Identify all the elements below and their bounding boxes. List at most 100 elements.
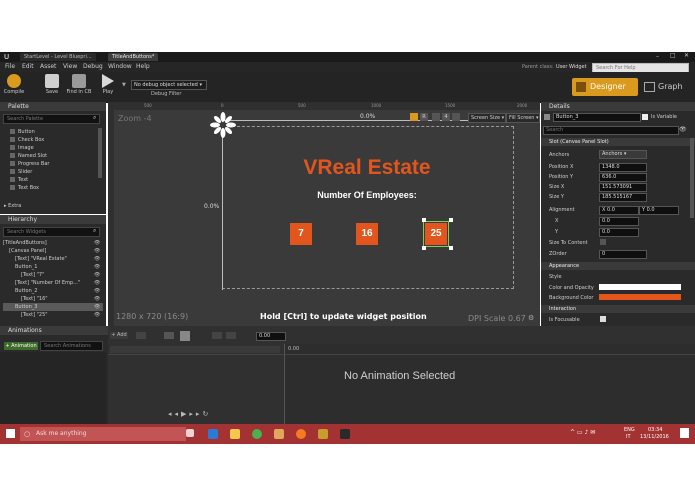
menu-window[interactable]: Window	[108, 63, 132, 70]
color-opacity-swatch[interactable]	[599, 284, 681, 290]
region-label[interactable]: IT	[626, 434, 631, 440]
playback-controls[interactable]: ◂◂▶▸▸↻	[168, 410, 228, 418]
chrome-icon[interactable]	[252, 429, 262, 439]
zorder-field[interactable]: 0	[599, 250, 647, 259]
title-text[interactable]: VReal Estate	[222, 156, 512, 180]
animation-search-input[interactable]: Search Animations	[40, 341, 103, 351]
timeline-track[interactable]	[284, 344, 695, 424]
key-icon[interactable]	[164, 332, 174, 339]
tree-item[interactable]: [Text] "VReal Estate"	[3, 255, 103, 263]
alignment-y-field[interactable]: Y 0.0	[639, 206, 679, 215]
size-x-field[interactable]: 151.573091	[599, 183, 647, 192]
windows-start-icon[interactable]	[6, 429, 15, 438]
anchors-dropdown[interactable]: Anchors ▾	[599, 150, 647, 159]
menu-debug[interactable]: Debug	[83, 63, 103, 70]
visibility-eye-icons[interactable]: 👁 👁 👁 👁 👁 👁 👁 👁 👁 👁	[94, 239, 100, 319]
mic-icon[interactable]	[186, 429, 194, 437]
palette-category-extra[interactable]: ▸ Extra	[4, 202, 21, 210]
position-x-field[interactable]: 1348.0	[599, 163, 647, 172]
filter-icon[interactable]	[136, 332, 146, 339]
tab-level-blueprint[interactable]: StartLevel - Level Bluepri...	[20, 53, 96, 61]
compile-button[interactable]: Compile	[2, 74, 26, 100]
eye-icon[interactable]: 👁	[679, 126, 687, 133]
grid-snap-icon[interactable]	[432, 113, 440, 121]
time-input[interactable]: 0.00	[256, 332, 286, 341]
play-button[interactable]: Play	[96, 74, 120, 100]
track-swatch[interactable]	[180, 331, 190, 341]
save-button[interactable]: Save	[40, 74, 64, 100]
find-in-cb-button[interactable]: Find in CB	[66, 74, 92, 100]
palette-item[interactable]: Named Slot	[10, 152, 100, 160]
minimize-icon[interactable]: –	[656, 53, 659, 60]
palette-item[interactable]: Button	[10, 128, 100, 136]
tree-item[interactable]: [Text] "16"	[3, 295, 103, 303]
add-track-button[interactable]: + Add	[110, 332, 128, 339]
taskbar-search-input[interactable]: ○ Ask me anything	[20, 427, 186, 441]
edge-icon[interactable]	[208, 429, 218, 439]
interaction-section-header[interactable]: Interaction	[541, 305, 695, 313]
background-color-swatch[interactable]	[599, 294, 681, 300]
menu-asset[interactable]: Asset	[40, 63, 56, 70]
size-y-field[interactable]: 185.515167	[599, 193, 647, 202]
grid-size-value[interactable]: 4	[442, 113, 450, 121]
slot-section-header[interactable]: Slot (Canvas Panel Slot)	[541, 138, 695, 146]
button-1[interactable]: 7	[290, 223, 312, 245]
tree-item[interactable]: [Text] "7"	[3, 271, 103, 279]
palette-item[interactable]: Check Box	[10, 136, 100, 144]
palette-item[interactable]: Text Box	[10, 184, 100, 192]
palette-item[interactable]: Text	[10, 176, 100, 184]
app-icon[interactable]	[318, 429, 328, 439]
size-to-content-checkbox[interactable]	[600, 239, 606, 245]
menu-file[interactable]: File	[5, 63, 15, 70]
palette-item[interactable]: Progress Bar	[10, 160, 100, 168]
blender-icon[interactable]	[296, 429, 306, 439]
is-focusable-checkbox[interactable]	[600, 316, 606, 322]
language-label[interactable]: ENG	[624, 427, 635, 433]
file-explorer-icon[interactable]	[230, 429, 240, 439]
resize-handle[interactable]	[422, 246, 426, 250]
fill-screen-dropdown[interactable]: Fill Screen ▾	[506, 113, 540, 123]
designer-canvas[interactable]: 500 0 500 1000 1500 2000 Zoom -4 0.0% 0.…	[108, 102, 540, 326]
tree-item[interactable]: Button_2	[3, 287, 103, 295]
reset-icon[interactable]: R	[420, 113, 428, 121]
add-animation-button[interactable]: + Animation	[4, 342, 38, 350]
tree-item-selected[interactable]: Button_3	[3, 303, 103, 311]
palette-item[interactable]: Slider	[10, 168, 100, 176]
palette-scrollbar[interactable]	[98, 128, 102, 178]
palette-search-input[interactable]: Search Palette	[3, 114, 100, 124]
tray-icons[interactable]: ^ ▭ ♪ ✉	[570, 429, 595, 436]
hierarchy-search-input[interactable]: Search Widgets	[3, 227, 100, 237]
close-icon[interactable]: ✕	[684, 52, 689, 59]
appearance-section-header[interactable]: Appearance	[541, 262, 695, 270]
alignment-x-field[interactable]: X 0.0	[599, 206, 639, 215]
resize-handle[interactable]	[449, 246, 453, 250]
tree-item[interactable]: Button_1	[3, 263, 103, 271]
outline-toggle-icon[interactable]	[452, 113, 460, 121]
resize-handle[interactable]	[449, 218, 453, 222]
play-options-chevron-icon[interactable]: ▼	[122, 82, 126, 88]
dpi-settings-gear-icon[interactable]: ⚙	[528, 314, 534, 322]
tree-item[interactable]: [Text] "25"	[3, 311, 103, 319]
tree-item[interactable]: [Canvas Panel]	[3, 247, 103, 255]
transform-mode-icon[interactable]	[410, 113, 418, 121]
settings-icon[interactable]	[274, 429, 284, 439]
timeline-search-input[interactable]	[110, 346, 280, 353]
notifications-icon[interactable]	[680, 428, 689, 438]
widget-name-field[interactable]: Button_3	[553, 113, 641, 122]
snap-icon[interactable]	[212, 332, 222, 339]
maximize-icon[interactable]: □	[670, 52, 676, 59]
button-2[interactable]: 16	[356, 223, 378, 245]
tab-title-and-buttons[interactable]: TitleAndButtons*	[108, 53, 159, 61]
details-scrollbar[interactable]	[690, 138, 694, 218]
palette-item[interactable]: Image	[10, 144, 100, 152]
menu-edit[interactable]: Edit	[22, 63, 34, 70]
position-y-field[interactable]: 636.0	[599, 173, 647, 182]
graph-mode-button[interactable]: Graph	[644, 78, 692, 96]
clock-time[interactable]: 03:34	[648, 427, 662, 433]
debug-object-select[interactable]: No debug object selected ▾	[131, 80, 207, 90]
screen-size-dropdown[interactable]: Screen Size ▾	[468, 113, 506, 123]
is-variable-checkbox[interactable]	[642, 114, 648, 120]
menu-view[interactable]: View	[63, 63, 77, 70]
anchor-flower-icon[interactable]	[208, 110, 238, 140]
menu-help[interactable]: Help	[136, 63, 150, 70]
